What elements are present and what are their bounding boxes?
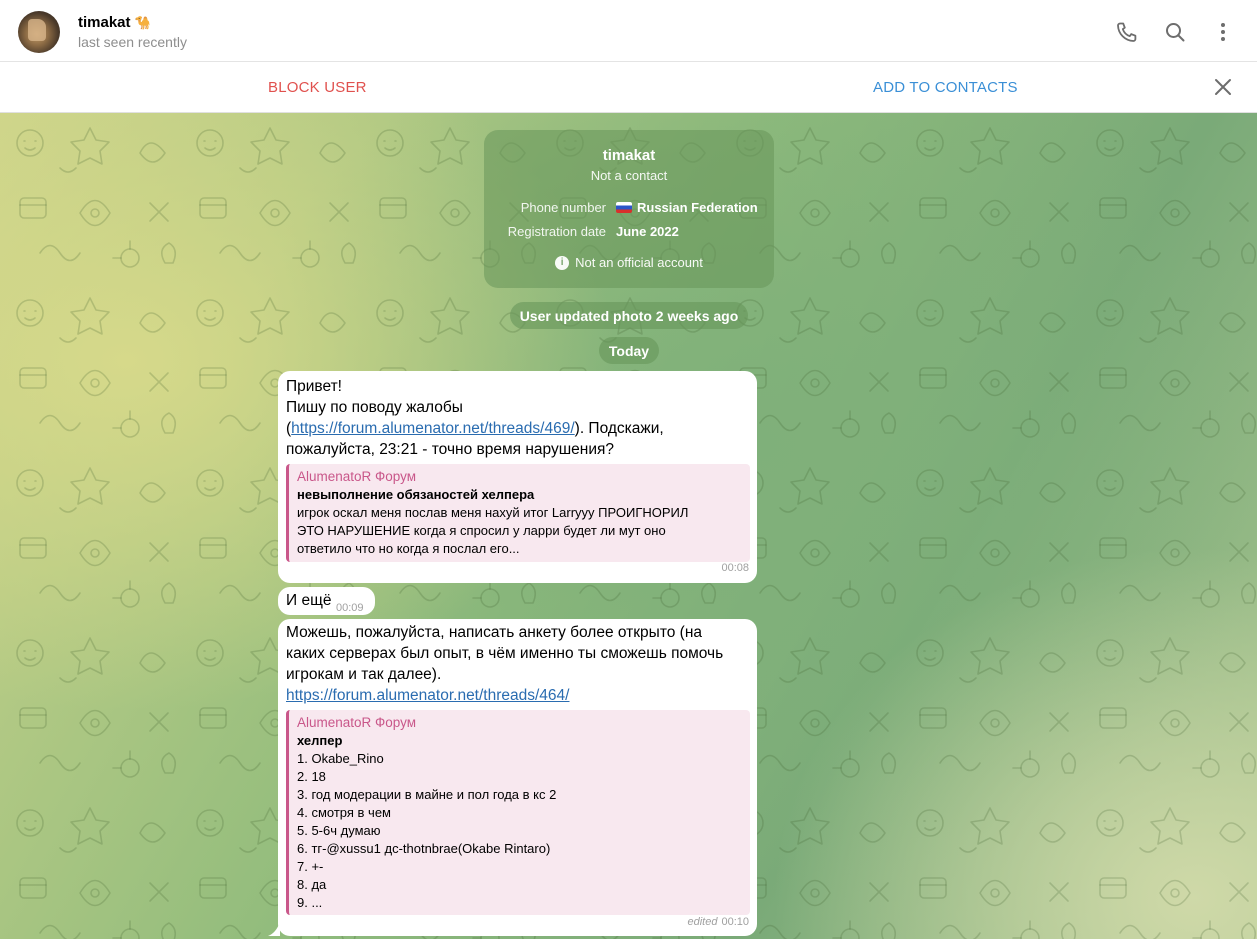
official-note-text: Not an official account: [575, 255, 703, 270]
camel-emoji-icon: 🐪: [134, 14, 151, 30]
close-icon[interactable]: [1212, 76, 1234, 98]
chat-name: timakat 🐪: [78, 14, 187, 31]
photo-update-notice: User updated photo 2 weeks ago: [510, 302, 748, 329]
message-bubble[interactable]: И ещё 00:09: [278, 587, 375, 615]
link-preview-line: 9. ...: [297, 895, 323, 910]
link-preview-title: невыполнение обязаностей хелпера: [297, 487, 535, 502]
link-preview-line: 2. 18: [297, 769, 326, 784]
link-preview-line: ЭТО НАРУШЕНИЕ когда я спросил у ларри бу…: [297, 523, 666, 538]
message-line: (https://forum.alumenator.net/threads/46…: [286, 418, 751, 439]
phone-label: Phone number: [520, 200, 606, 215]
message-line: пожалуйста, 23:21 - точно время нарушени…: [286, 441, 615, 458]
chat-header: timakat 🐪 last seen recently: [0, 0, 1257, 62]
link-preview-line: 7. +-: [297, 859, 324, 874]
link-preview-line: 3. год модерации в майне и пол года в кс…: [297, 787, 557, 802]
message-time: edited 00:10: [687, 912, 749, 933]
link-preview[interactable]: AlumenatoR Форум невыполнение обязаносте…: [286, 464, 750, 562]
avatar[interactable]: [18, 11, 60, 53]
user-info-card: timakat Not a contact Phone number Russi…: [484, 130, 774, 288]
message-time: 00:08: [721, 562, 749, 574]
forum-link[interactable]: https://forum.alumenator.net/threads/464…: [286, 687, 569, 704]
link-preview-line: 5. 5-6ч думаю: [297, 823, 381, 838]
link-preview[interactable]: AlumenatoR Форум хелпер 1. Okabe_Rino 2.…: [286, 710, 750, 915]
chat-name-text: timakat: [78, 14, 131, 31]
message-line: Привет!: [286, 378, 342, 395]
registration-label: Registration date: [507, 224, 606, 239]
more-vertical-icon[interactable]: [1211, 20, 1235, 44]
message-line: Можешь, пожалуйста, написать анкету боле…: [286, 624, 703, 641]
search-icon[interactable]: [1163, 20, 1187, 44]
message-line: https://forum.alumenator.net/threads/464…: [286, 685, 752, 706]
message-text: Можешь, пожалуйста, написать анкету боле…: [286, 622, 752, 706]
phone-icon[interactable]: [1115, 20, 1139, 44]
link-preview-title: хелпер: [297, 733, 343, 748]
add-to-contacts-button[interactable]: ADD TO CONTACTS: [873, 79, 1018, 96]
message-text: И ещё: [286, 592, 332, 609]
link-preview-line: 4. смотря в чем: [297, 805, 391, 820]
info-card-subtitle: Not a contact: [590, 168, 668, 183]
link-preview-source: AlumenatoR Форум: [297, 469, 417, 484]
message-text-fragment: ). Подскажи,: [574, 420, 664, 437]
link-preview-line: ответило что но когда я послал его...: [297, 541, 520, 556]
link-preview-line: игрок оскал меня послав меня нахуй итог …: [297, 505, 689, 520]
official-note: i Not an official account: [484, 255, 774, 270]
link-preview-line: 8. да: [297, 877, 327, 892]
bubble-tail: [268, 922, 280, 936]
edited-label: edited: [687, 916, 718, 928]
phone-value-text: Russian Federation: [637, 200, 758, 215]
chat-status: last seen recently: [78, 34, 187, 50]
message-time: 00:09: [336, 602, 364, 614]
message-text: Привет! Пишу по поводу жалобы (https://f…: [286, 376, 751, 460]
message-bubble[interactable]: Привет! Пишу по поводу жалобы (https://f…: [278, 371, 757, 583]
message-line: игрокам и так далее).: [286, 666, 442, 683]
message-line: Пишу по поводу жалобы: [286, 399, 463, 416]
chat-title-area[interactable]: timakat 🐪 last seen recently: [78, 14, 187, 50]
message-bubble[interactable]: Можешь, пожалуйста, написать анкету боле…: [278, 619, 757, 936]
forum-link[interactable]: https://forum.alumenator.net/threads/469…: [291, 420, 574, 437]
link-preview-source: AlumenatoR Форум: [297, 715, 417, 730]
link-preview-line: 1. Okabe_Rino: [297, 751, 384, 766]
info-card-name: timakat: [602, 147, 656, 164]
block-user-button[interactable]: BLOCK USER: [268, 79, 367, 96]
message-time-text: 00:10: [721, 916, 749, 928]
contact-action-bar: BLOCK USER ADD TO CONTACTS: [0, 62, 1257, 113]
phone-value: Russian Federation: [616, 200, 758, 215]
link-preview-line: 6. тг-@xussu1 дс-thotnbrae(Okabe Rintaro…: [297, 841, 551, 856]
date-separator: Today: [599, 337, 659, 364]
russia-flag-icon: [616, 202, 632, 213]
info-icon: i: [555, 255, 570, 270]
message-line: каких серверах был опыт, в чём именно ты…: [286, 645, 724, 662]
registration-value: June 2022: [616, 224, 679, 239]
